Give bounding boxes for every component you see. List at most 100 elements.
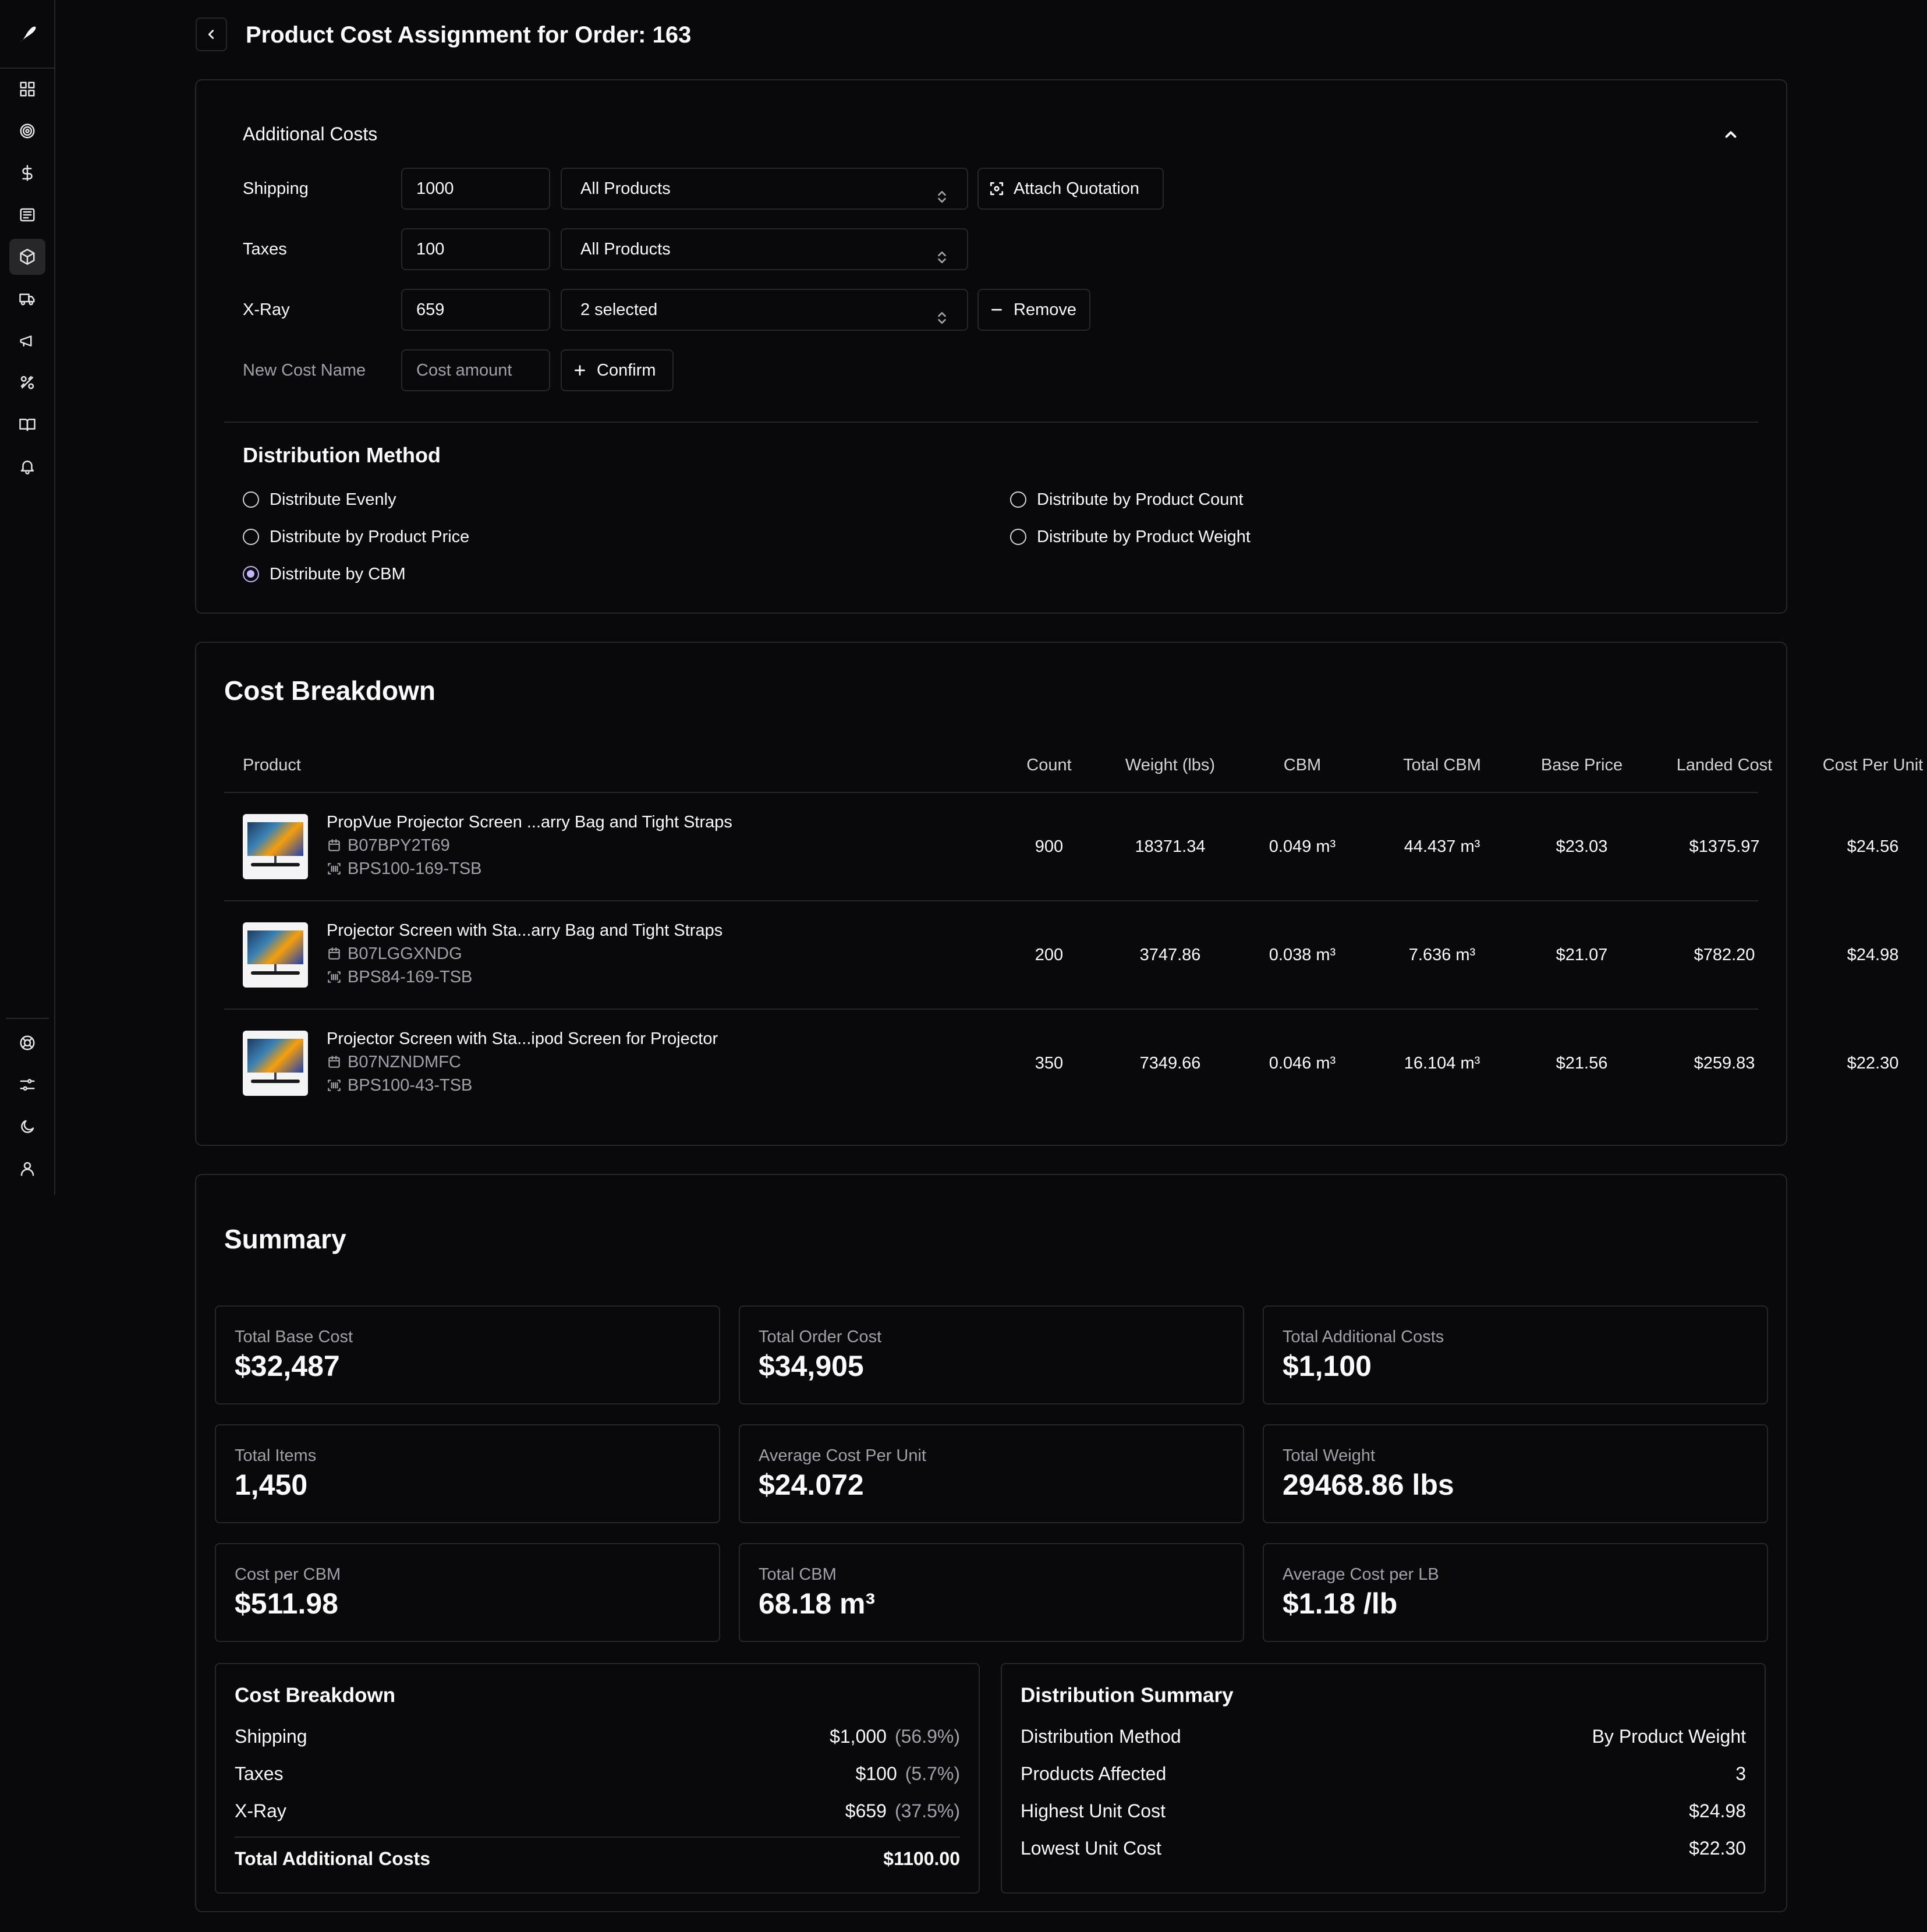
item-label: Lowest Unit Cost [1021, 1838, 1161, 1859]
new-cost-amount-input[interactable]: Cost amount [401, 349, 550, 391]
confirm-label: Confirm [597, 361, 656, 380]
col-header-base-price: Base Price [1540, 756, 1623, 774]
distribution-item-method: Distribution Method By Product Weight [1021, 1724, 1746, 1749]
cell-base-price: $21.56 [1556, 1054, 1608, 1073]
radio-distribute-by-price[interactable]: Distribute by Product Price [243, 525, 469, 549]
product-select-taxes[interactable]: All Products [561, 228, 968, 270]
stat-label: Total Items [235, 1446, 317, 1465]
cell-base-price: $21.07 [1556, 946, 1608, 964]
stat-label: Cost per CBM [235, 1565, 341, 1584]
product-thumbnail [243, 922, 308, 988]
radio-button-selected[interactable] [243, 566, 259, 582]
col-header-cbm: CBM [1283, 756, 1322, 774]
sidebar [0, 0, 55, 1195]
asin-text: B07NZNDMFC [348, 1053, 461, 1071]
cell-weight: 7349.66 [1139, 1054, 1201, 1073]
radio-distribute-evenly[interactable]: Distribute Evenly [243, 488, 396, 511]
product-sku: BPS100-169-TSB [327, 857, 482, 880]
cost-amount-shipping[interactable]: 1000 [401, 168, 550, 210]
cost-amount-xray[interactable]: 659 [401, 289, 550, 331]
support-icon[interactable] [9, 1025, 45, 1061]
item-label: X-Ray [235, 1800, 286, 1821]
product-select-value: All Products [580, 179, 671, 198]
radio-distribute-by-weight[interactable]: Distribute by Product Weight [1010, 525, 1251, 549]
new-cost-name-input[interactable]: New Cost Name [243, 359, 366, 382]
remove-cost-button[interactable]: Remove [977, 289, 1090, 331]
item-label: Products Affected [1021, 1763, 1167, 1784]
stat-total-order-cost: Total Order Cost $34,905 [739, 1305, 1244, 1404]
col-header-count: Count [1026, 756, 1072, 774]
minus-icon [991, 309, 1002, 311]
settings-sliders-icon[interactable] [9, 1067, 45, 1103]
cell-total-cbm: 7.636 m³ [1408, 946, 1476, 964]
item-value: $22.30 [1689, 1838, 1746, 1859]
stat-value: $24.072 [759, 1469, 864, 1501]
product-sku: BPS100-43-TSB [327, 1074, 472, 1097]
product-select-shipping[interactable]: All Products [561, 168, 968, 210]
distribution-summary-panel: Distribution Summary Distribution Method… [1001, 1663, 1766, 1894]
barcode-icon [328, 1080, 341, 1091]
radio-button[interactable] [243, 529, 259, 545]
item-value: By Product Weight [1592, 1726, 1746, 1747]
stat-value: 68.18 m³ [759, 1587, 876, 1620]
product-asin: B07BPY2T69 [327, 834, 450, 857]
cell-cbm: 0.038 m³ [1269, 946, 1336, 964]
confirm-button[interactable]: Confirm [561, 349, 674, 391]
stat-label: Total Additional Costs [1283, 1328, 1444, 1346]
attach-quotation-button[interactable]: Attach Quotation [977, 168, 1164, 210]
col-header-total-cbm: Total CBM [1403, 756, 1481, 774]
dashboard-icon[interactable] [9, 71, 45, 107]
product-select-xray[interactable]: 2 selected [561, 289, 968, 331]
bell-icon[interactable] [9, 448, 45, 484]
radio-button[interactable] [1010, 529, 1026, 545]
stat-total-weight: Total Weight 29468.86 lbs [1263, 1424, 1768, 1523]
megaphone-icon[interactable] [9, 323, 45, 359]
radio-distribute-by-cbm[interactable]: Distribute by CBM [243, 562, 406, 586]
target-icon[interactable] [9, 113, 45, 149]
stat-cost-per-cbm: Cost per CBM $511.98 [215, 1543, 720, 1642]
stat-value: $32,487 [235, 1350, 340, 1382]
back-button[interactable] [196, 17, 227, 51]
calendar-icon [328, 839, 340, 851]
radio-button[interactable] [1010, 491, 1026, 508]
item-label: Highest Unit Cost [1021, 1800, 1166, 1821]
breakdown-item-taxes: Taxes $100 (5.7%) [235, 1761, 960, 1786]
book-icon[interactable] [9, 406, 45, 443]
item-value: $1,000 [830, 1726, 887, 1747]
cost-breakdown-card: Cost Breakdown Product Count Weight (lbs… [195, 642, 1923, 1146]
chevron-up-icon[interactable] [1722, 126, 1740, 143]
page-title: Product Cost Assignment for Order: 163 [246, 22, 692, 48]
scan-icon [990, 182, 1004, 196]
item-percent: (37.5%) [894, 1800, 960, 1821]
calendar-icon [328, 1056, 340, 1068]
tools-icon[interactable] [9, 365, 45, 401]
sku-text: BPS100-43-TSB [348, 1076, 473, 1095]
cost-amount-taxes[interactable]: 100 [401, 228, 550, 270]
user-icon[interactable] [9, 1151, 45, 1187]
dollar-icon[interactable] [9, 155, 45, 191]
receipt-icon[interactable] [9, 197, 45, 233]
cell-cost-per-unit: $22.30 [1847, 1054, 1899, 1073]
product-thumbnail [243, 1031, 308, 1096]
radio-button[interactable] [243, 491, 259, 508]
distribution-item-products-affected: Products Affected 3 [1021, 1761, 1746, 1786]
logo-icon [20, 26, 36, 42]
package-icon[interactable] [9, 239, 45, 275]
cell-count: 350 [1035, 1054, 1064, 1073]
radio-label: Distribute by Product Weight [1037, 528, 1251, 546]
stat-value: $511.98 [235, 1587, 338, 1620]
cell-total-cbm: 44.437 m³ [1404, 837, 1480, 856]
item-value: $24.98 [1689, 1800, 1746, 1821]
truck-icon[interactable] [9, 281, 45, 317]
cell-landed-cost: $1375.97 [1689, 837, 1760, 856]
row-divider [224, 1009, 1758, 1010]
cost-breakdown-panel-title: Cost Breakdown [235, 1684, 396, 1707]
cell-cbm: 0.049 m³ [1269, 837, 1336, 856]
stat-label: Total Weight [1283, 1446, 1376, 1465]
distribution-item-highest: Highest Unit Cost $24.98 [1021, 1798, 1746, 1824]
breakdown-total-divider [235, 1837, 960, 1838]
moon-icon[interactable] [9, 1109, 45, 1145]
radio-distribute-by-count[interactable]: Distribute by Product Count [1010, 488, 1244, 511]
cost-name-shipping: Shipping [243, 179, 309, 198]
app-logo[interactable] [0, 0, 54, 69]
